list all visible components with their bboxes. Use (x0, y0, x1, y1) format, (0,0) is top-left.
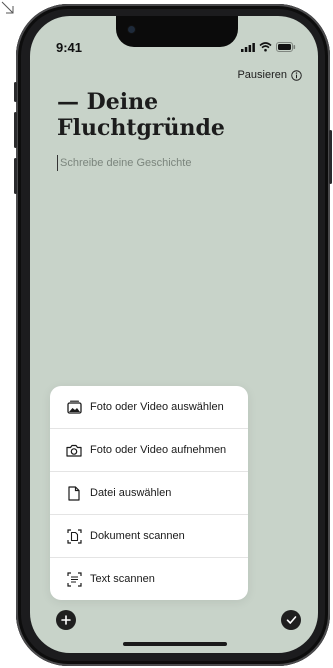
pause-button[interactable]: Pausieren (237, 69, 302, 81)
menu-item-label: Foto oder Video auswählen (90, 401, 224, 413)
document-icon (66, 485, 82, 501)
menu-item-take-photo-video[interactable]: Foto oder Video aufnehmen (50, 429, 248, 472)
story-input[interactable] (57, 155, 300, 171)
attachment-menu: Foto oder Video auswählen Foto oder Vide… (50, 386, 248, 600)
home-indicator[interactable] (123, 642, 227, 646)
camera-icon (66, 442, 82, 458)
menu-item-label: Text scannen (90, 573, 155, 585)
status-time: 9:41 (56, 40, 83, 55)
text-scan-icon (66, 571, 82, 587)
power-button (329, 130, 332, 184)
menu-item-label: Datei auswählen (90, 487, 172, 499)
status-icons (241, 42, 296, 52)
info-icon (291, 69, 302, 81)
menu-item-label: Dokument scannen (90, 530, 185, 542)
mute-switch (14, 82, 17, 102)
page-title: — Deine Fluchtgründe (57, 89, 225, 141)
signal-icon (241, 42, 255, 52)
done-button[interactable] (281, 610, 301, 630)
volume-down-button (14, 158, 17, 194)
notch (116, 16, 238, 47)
battery-icon (276, 42, 296, 52)
photo-library-icon (66, 399, 82, 415)
pause-label: Pausieren (237, 69, 287, 81)
wifi-icon (259, 42, 272, 52)
checkmark-icon (286, 616, 296, 624)
arrow-down-right-icon (1, 1, 14, 14)
menu-item-choose-file[interactable]: Datei auswählen (50, 472, 248, 515)
app-screen: 9:41 Pausieren — Deine Fluchtgründe Schr… (30, 16, 318, 653)
add-button[interactable] (56, 610, 76, 630)
menu-item-scan-document[interactable]: Dokument scannen (50, 515, 248, 558)
document-scan-icon (66, 528, 82, 544)
front-camera (128, 26, 135, 33)
volume-up-button (14, 112, 17, 148)
menu-item-scan-text[interactable]: Text scannen (50, 558, 248, 600)
plus-icon (61, 615, 71, 625)
menu-item-label: Foto oder Video aufnehmen (90, 444, 227, 456)
menu-item-choose-photo-video[interactable]: Foto oder Video auswählen (50, 386, 248, 429)
